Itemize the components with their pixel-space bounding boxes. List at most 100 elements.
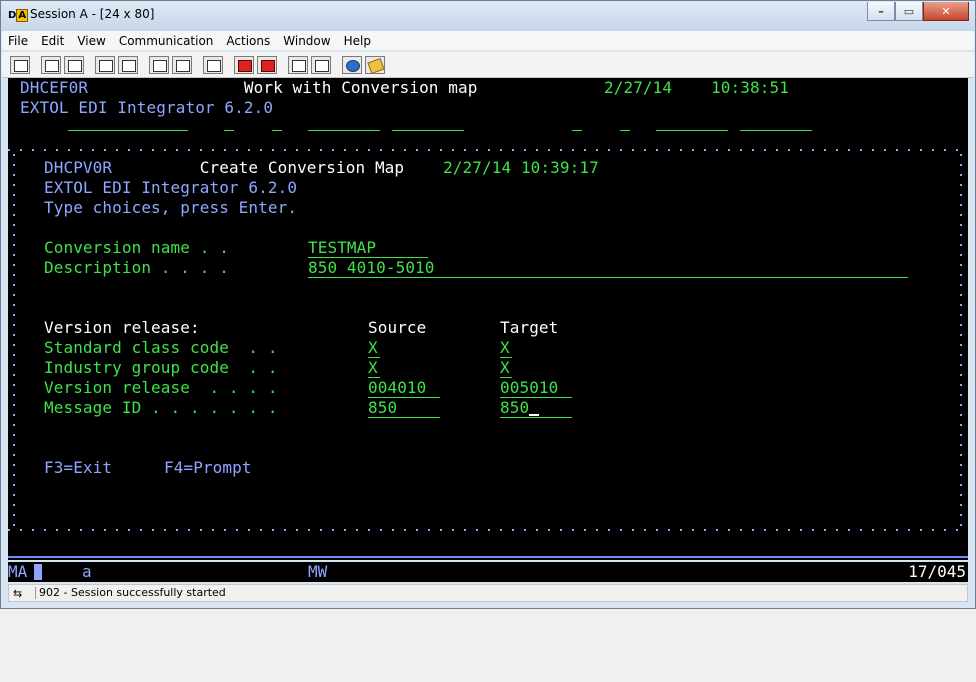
display-icon[interactable]: [149, 55, 169, 74]
close-button[interactable]: ✕: [923, 2, 969, 21]
script-icon[interactable]: [288, 55, 308, 74]
standard-class-source-row: X: [368, 338, 380, 358]
globe-icon[interactable]: [342, 55, 362, 74]
popup-program-name: DHCPV0R: [44, 158, 113, 177]
play-macro-icon[interactable]: [257, 55, 277, 74]
menu-view[interactable]: View: [77, 34, 105, 48]
bg-field-8: [656, 130, 728, 131]
print-screen-icon[interactable]: [10, 55, 30, 74]
standard-class-target-input[interactable]: X: [500, 339, 512, 358]
message-id-target-row: 850: [500, 398, 572, 418]
run-script-icon[interactable]: [311, 55, 331, 74]
menu-bar: File Edit View Communication Actions Win…: [2, 31, 974, 51]
program-name: DHCEF0R: [20, 78, 89, 97]
maximize-button[interactable]: ▭: [895, 2, 923, 21]
keypad-icon[interactable]: [172, 55, 192, 74]
menu-window[interactable]: Window: [283, 34, 330, 48]
message-id-label: Message ID . . . . . . .: [44, 398, 278, 417]
screen-bottom-line: [8, 556, 968, 558]
standard-class-label: Standard class code . .: [44, 338, 278, 357]
receive-icon[interactable]: [118, 55, 138, 74]
send-icon[interactable]: [95, 55, 115, 74]
toolbar: [2, 52, 974, 78]
menu-file[interactable]: File: [8, 34, 28, 48]
status-message: 902 - Session successfully started: [39, 586, 226, 599]
popup-border-left: [13, 154, 15, 526]
industry-group-target-input[interactable]: X: [500, 359, 512, 378]
version-release-target-row: 005010: [500, 378, 572, 398]
screen-date: 2/27/14: [604, 78, 673, 97]
standard-class-target-row: X: [500, 338, 512, 358]
popup-border-right: [960, 154, 962, 526]
industry-group-source-input[interactable]: X: [368, 359, 380, 378]
cursor-position: 17/045: [908, 562, 966, 581]
maximize-icon: ▭: [903, 4, 915, 18]
bg-field-6: [572, 130, 582, 131]
ma-indicator-block: [34, 564, 42, 580]
bg-field-2: [224, 130, 234, 131]
bg-field-1: [68, 130, 188, 131]
popup-border-top: [8, 149, 968, 151]
popup-title: Create Conversion Map: [199, 158, 405, 177]
conversion-name-row: TESTMAP: [308, 238, 428, 258]
screen-time: 10:38:51: [711, 78, 789, 97]
version-release-target-input[interactable]: 005010: [500, 379, 572, 398]
conversion-name-label: Conversion name . .: [44, 238, 229, 257]
version-release-label: Version release . . . .: [44, 378, 278, 397]
text-cursor: [529, 414, 540, 416]
message-id-source-input[interactable]: 850: [368, 399, 440, 418]
menu-help[interactable]: Help: [344, 34, 371, 48]
status-separator: [35, 587, 36, 599]
f4-prompt-key[interactable]: F4=Prompt: [164, 458, 252, 478]
description-input[interactable]: 850 4010-5010: [308, 259, 908, 278]
minimize-button[interactable]: –: [867, 2, 895, 21]
popup-instructions: Type choices, press Enter.: [44, 198, 298, 217]
notes-icon[interactable]: [365, 55, 385, 74]
menu-communication[interactable]: Communication: [119, 34, 214, 48]
status-bar: ⇆ 902 - Session successfully started: [8, 584, 968, 602]
industry-group-target-row: X: [500, 358, 512, 378]
bg-field-9: [740, 130, 812, 131]
message-id-target-input[interactable]: 850: [500, 399, 572, 418]
target-header: Target: [500, 318, 559, 337]
menu-actions[interactable]: Actions: [226, 34, 270, 48]
bg-field-5: [392, 130, 464, 131]
close-icon: ✕: [941, 4, 951, 18]
copy-icon[interactable]: [41, 55, 61, 74]
standard-class-source-input[interactable]: X: [368, 339, 380, 358]
minimize-icon: –: [878, 4, 884, 18]
conversion-name-input[interactable]: TESTMAP: [308, 239, 428, 258]
window-controls: – ▭ ✕: [867, 2, 969, 22]
description-row: 850 4010-5010: [308, 258, 908, 278]
source-header: Source: [368, 318, 427, 337]
record-macro-icon[interactable]: [203, 55, 223, 74]
menu-edit[interactable]: Edit: [41, 34, 64, 48]
message-id-source-row: 850: [368, 398, 440, 418]
bg-field-3: [272, 130, 282, 131]
version-release-source-input[interactable]: 004010: [368, 379, 440, 398]
title-bar[interactable]: DA Session A - [24 x 80] – ▭ ✕: [1, 1, 975, 31]
background-fields: [8, 116, 812, 136]
session-indicator: a: [82, 562, 92, 581]
ma-indicator: MA: [8, 562, 28, 581]
screen-header-1: DHCEF0R Work with Conversion map 2/27/14…: [20, 78, 789, 98]
description-label: Description . . . .: [44, 258, 229, 277]
terminal-screen[interactable]: DHCEF0R Work with Conversion map 2/27/14…: [8, 78, 968, 560]
message-waiting-indicator: MW: [308, 562, 328, 581]
bg-field-4: [308, 130, 380, 131]
app-icon-letter: A: [16, 9, 29, 22]
paste-icon[interactable]: [64, 55, 84, 74]
connection-icon: ⇆: [13, 587, 23, 600]
window-title: Session A - [24 x 80]: [30, 7, 155, 21]
popup-header: DHCPV0R Create Conversion Map 2/27/14 10…: [44, 158, 599, 178]
screen-title: Work with Conversion map: [243, 78, 478, 97]
industry-group-source-row: X: [368, 358, 380, 378]
f3-exit-key[interactable]: F3=Exit: [44, 458, 112, 478]
version-release-source-row: 004010: [368, 378, 440, 398]
operator-info-area: MA a MW 17/045: [8, 562, 968, 582]
popup-product: EXTOL EDI Integrator 6.2.0: [44, 178, 298, 197]
stop-macro-icon[interactable]: [234, 55, 254, 74]
session-app-icon[interactable]: DA: [8, 8, 29, 23]
popup-border-bottom: [8, 529, 968, 531]
version-release-header: Version release:: [44, 318, 200, 337]
